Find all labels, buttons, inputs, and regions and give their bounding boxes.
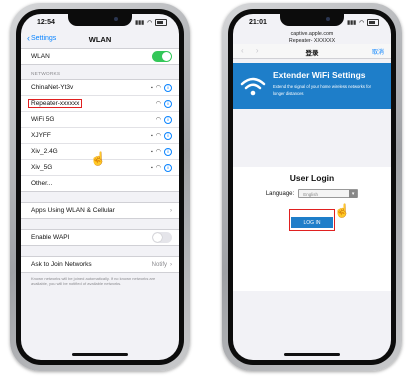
networks-header: NETWORKS: [31, 72, 61, 77]
wifi-icon: ◠: [147, 19, 152, 26]
camera: [326, 17, 330, 21]
url-bar: captive.apple.com Repeater- XXXXXX: [233, 31, 391, 44]
login-button-highlight: LOG IN: [289, 209, 335, 231]
wlan-settings-screen: 12:54 ▮▮▮ ◠ ‹ Settings WLAN WLAN NETWORK…: [21, 14, 179, 360]
enable-wapi-row: Enable WAPI: [21, 230, 179, 245]
chevron-right-icon: ›: [170, 207, 172, 214]
network-row[interactable]: Repeater-xxxxxx ◠ i: [21, 96, 179, 112]
wifi-icon: ◠: [155, 133, 161, 139]
wifi-icon: ◠: [359, 19, 364, 26]
login-title: User Login: [289, 173, 335, 183]
extender-banner: Extender WiFi Settings Extend the signal…: [233, 63, 391, 109]
network-row[interactable]: ChinaNet-Yt3v ▪ ◠ i: [21, 80, 179, 96]
banner-title: Extender WiFi Settings: [273, 70, 366, 80]
tap-hand-icon: ☝: [334, 203, 351, 218]
phone-left: 12:54 ▮▮▮ ◠ ‹ Settings WLAN WLAN NETWORK…: [10, 3, 190, 371]
network-name: Xiv_2.4G: [31, 148, 58, 155]
network-name: Other...: [31, 180, 53, 187]
wapi-group: Enable WAPI: [21, 229, 179, 246]
chevron-down-icon: ▾: [349, 190, 358, 198]
lock-icon: ▪: [150, 148, 153, 155]
status-icons: ▮▮▮ ◠: [135, 19, 167, 26]
lock-icon: ▪: [150, 132, 153, 139]
wlan-row: WLAN: [21, 49, 179, 64]
login-button[interactable]: LOG IN: [291, 217, 333, 228]
language-select[interactable]: English ▾: [298, 189, 359, 198]
language-value: English: [303, 192, 318, 197]
signal-icon: ▮▮▮: [135, 19, 145, 26]
language-label: Language:: [265, 190, 295, 197]
ask-to-join-footnote: Known networks will be joined automatica…: [31, 276, 156, 287]
apps-group: Apps Using WLAN & Cellular ›: [21, 202, 179, 219]
wifi-icon: [240, 77, 266, 96]
login-panel: User Login Language: English ▾ LOG IN: [233, 167, 391, 291]
info-icon[interactable]: i: [164, 115, 172, 124]
wapi-toggle[interactable]: [152, 232, 172, 243]
network-name: ChinaNet-Yt3v: [31, 84, 74, 91]
info-icon[interactable]: i: [164, 83, 172, 92]
ask-group: Ask to Join Networks Notify ›: [21, 256, 179, 273]
captive-portal-screen: 21:01 ▮▮▮ ◠ captive.apple.com Repeater- …: [233, 14, 391, 360]
wifi-icon: ◠: [155, 101, 161, 107]
page-title: WLAN: [88, 35, 112, 44]
ask-to-join-row[interactable]: Ask to Join Networks Notify ›: [21, 257, 179, 272]
language-row: Language: English ▾: [233, 189, 391, 198]
battery-icon: [155, 19, 167, 26]
tap-hand-icon: ☝: [90, 151, 107, 166]
phone-right: 21:01 ▮▮▮ ◠ captive.apple.com Repeater- …: [222, 3, 402, 371]
wlan-group: WLAN: [21, 48, 179, 65]
network-name: Repeater-xxxxxx: [28, 99, 83, 108]
enable-wapi-label: Enable WAPI: [31, 234, 70, 241]
info-icon[interactable]: i: [164, 131, 172, 140]
banner-subtitle: Extend the signal of your home wireless …: [273, 84, 371, 96]
info-icon[interactable]: i: [164, 163, 172, 172]
wlan-label: WLAN: [31, 53, 50, 60]
status-time: 21:01: [249, 19, 267, 26]
notch: [280, 14, 344, 26]
network-name: Xiv_5G: [31, 164, 53, 171]
portal-title: 登录: [305, 50, 319, 57]
nav-bar: ‹ Settings WLAN: [21, 30, 179, 48]
network-row[interactable]: XJYFF ▪ ◠ i: [21, 128, 179, 144]
wlan-toggle[interactable]: [152, 51, 172, 62]
ask-to-join-label: Ask to Join Networks: [31, 261, 92, 268]
wifi-icon: ◠: [155, 165, 161, 171]
status-time: 12:54: [37, 19, 55, 26]
wifi-icon: ◠: [155, 149, 161, 155]
chevron-right-icon: ›: [170, 261, 172, 268]
network-name: WiFi 5G: [31, 116, 55, 123]
home-indicator: [72, 353, 128, 356]
apps-using-wlan-row[interactable]: Apps Using WLAN & Cellular ›: [21, 203, 179, 218]
wifi-icon: ◠: [155, 117, 161, 123]
notch: [68, 14, 132, 26]
camera: [114, 17, 118, 21]
ask-to-join-value: Notify: [151, 261, 167, 268]
battery-icon: [367, 19, 379, 26]
signal-icon: ▮▮▮: [347, 19, 357, 26]
home-indicator: [284, 353, 340, 356]
status-icons: ▮▮▮ ◠: [347, 19, 379, 26]
network-name: XJYFF: [31, 132, 51, 139]
info-icon[interactable]: i: [164, 147, 172, 156]
apps-using-wlan-label: Apps Using WLAN & Cellular: [31, 207, 115, 214]
wifi-icon: ◠: [155, 85, 161, 91]
network-list: ChinaNet-Yt3v ▪ ◠ i Repeater-xxxxxx ◠ i WiFi 5G…: [21, 79, 179, 192]
info-icon[interactable]: i: [164, 99, 172, 108]
network-row[interactable]: WiFi 5G ◠ i: [21, 112, 179, 128]
cancel-button[interactable]: 取消: [372, 47, 384, 56]
network-row[interactable]: Other...: [21, 176, 179, 191]
portal-nav-bar: ‹ › 登录 取消: [233, 44, 391, 59]
lock-icon: ▪: [150, 84, 153, 91]
lock-icon: ▪: [150, 164, 153, 171]
